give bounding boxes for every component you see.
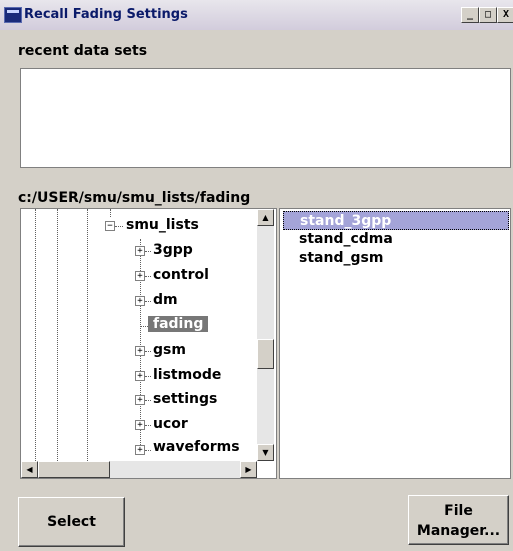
tree-node-dm[interactable]: dm: [153, 292, 178, 308]
tree-horizontal-scrollbar[interactable]: ◀ ▶: [21, 461, 257, 478]
collapse-icon[interactable]: −: [105, 221, 115, 231]
scroll-left-icon[interactable]: ◀: [21, 461, 38, 478]
file-item-stand-gsm[interactable]: stand_gsm: [283, 249, 509, 268]
expand-icon[interactable]: +: [135, 395, 145, 405]
recent-data-sets-label: recent data sets: [18, 43, 148, 59]
expand-icon[interactable]: +: [135, 445, 145, 455]
tree-node-smu-lists[interactable]: smu_lists: [126, 217, 199, 233]
expand-icon[interactable]: +: [135, 246, 145, 256]
tree-node-listmode[interactable]: listmode: [153, 367, 221, 383]
expand-icon[interactable]: +: [135, 296, 145, 306]
recent-data-sets-list[interactable]: [20, 68, 511, 168]
maximize-button[interactable]: □: [479, 7, 497, 23]
scroll-thumb[interactable]: [257, 339, 274, 369]
scroll-right-icon[interactable]: ▶: [240, 461, 257, 478]
expand-icon[interactable]: +: [135, 371, 145, 381]
tree-node-control[interactable]: control: [153, 267, 209, 283]
recall-fading-dialog: Recall Fading Settings _ □ X recent data…: [0, 0, 513, 551]
file-item-stand-3gpp[interactable]: stand_3gpp: [283, 211, 509, 230]
tree-node-ucor[interactable]: ucor: [153, 416, 188, 432]
file-list[interactable]: stand_3gpp stand_cdma stand_gsm: [279, 208, 511, 479]
file-manager-button[interactable]: File Manager...: [408, 495, 509, 545]
directory-path: c:/USER/smu/smu_lists/fading: [18, 190, 251, 206]
expand-icon[interactable]: +: [135, 420, 145, 430]
scroll-up-icon[interactable]: ▲: [257, 209, 274, 226]
directory-tree[interactable]: − smu_lists + 3gpp + control + dm fading…: [20, 208, 277, 479]
window-icon: [4, 7, 22, 23]
expand-icon[interactable]: +: [135, 271, 145, 281]
tree-node-3gpp[interactable]: 3gpp: [153, 242, 193, 258]
tree-node-waveforms[interactable]: waveforms: [153, 439, 240, 455]
scroll-down-icon[interactable]: ▼: [257, 444, 274, 461]
file-item-stand-cdma[interactable]: stand_cdma: [283, 230, 509, 249]
title-bar: Recall Fading Settings _ □ X: [0, 0, 513, 30]
scroll-thumb[interactable]: [38, 461, 110, 478]
tree-node-gsm[interactable]: gsm: [153, 342, 186, 358]
tree-node-fading[interactable]: fading: [148, 316, 209, 332]
select-button[interactable]: Select: [18, 497, 125, 547]
tree-node-settings[interactable]: settings: [153, 391, 217, 407]
window-title: Recall Fading Settings: [24, 7, 188, 22]
tree-vertical-scrollbar[interactable]: ▲ ▼: [257, 209, 274, 461]
close-button[interactable]: X: [497, 7, 513, 23]
minimize-button[interactable]: _: [461, 7, 479, 23]
expand-icon[interactable]: +: [135, 346, 145, 356]
